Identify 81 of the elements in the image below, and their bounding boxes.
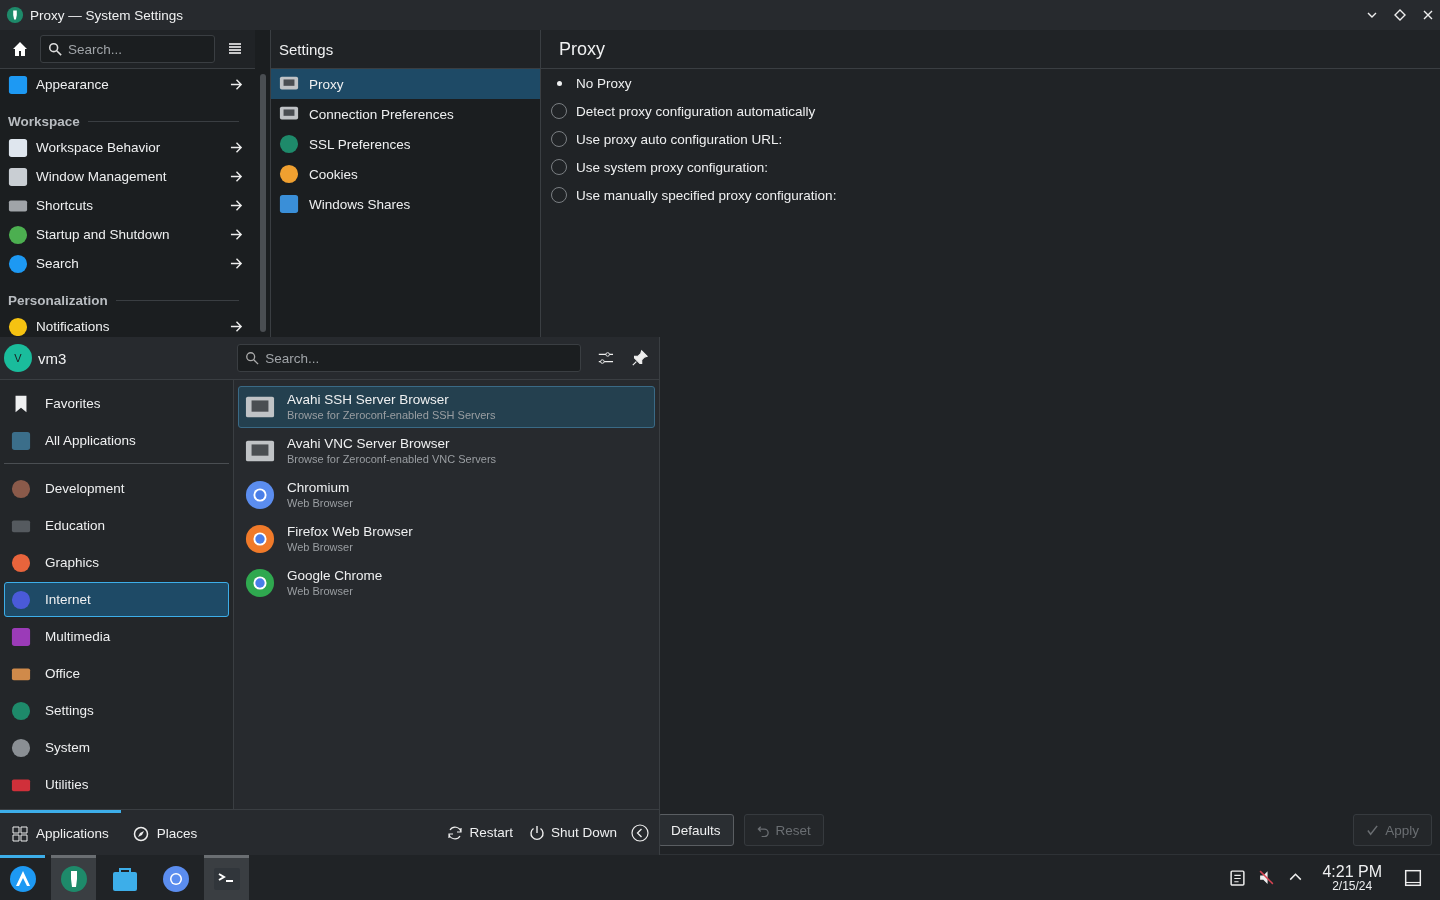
category-item[interactable]: Graphics — [4, 545, 229, 580]
panel-title: Settings — [279, 40, 334, 58]
option-label: Use proxy auto configuration URL: — [576, 131, 783, 147]
app-item[interactable]: Chromium Web Browser — [238, 474, 655, 516]
settings-sliders-icon[interactable] — [597, 349, 616, 367]
category-item[interactable]: Connection Preferences — [271, 99, 540, 129]
close-icon[interactable] — [1422, 9, 1434, 21]
app-item[interactable]: Avahi SSH Server Browser Browse for Zeroconf-enabled SSH Servers — [238, 386, 655, 428]
sidebar-item[interactable]: Search — [0, 249, 255, 278]
arrow-icon — [230, 228, 243, 241]
search-field[interactable]: Search... — [237, 344, 582, 372]
browser-icon — [245, 568, 275, 598]
launcher-icon — [8, 865, 37, 893]
arrow-icon — [230, 141, 243, 154]
launcher-tab[interactable]: Places — [120, 809, 210, 855]
page-title: Proxy — [559, 38, 605, 60]
section-heading: Workspace — [8, 114, 80, 129]
app-item[interactable]: Avahi VNC Server Browser Browse for Zeroconf-enabled VNC Servers — [238, 430, 655, 472]
sidebar-item[interactable]: Window Management — [0, 162, 255, 191]
sidebar-item[interactable]: Appearance — [0, 70, 255, 99]
arrow-icon — [230, 320, 243, 333]
window-title: Proxy — System Settings — [30, 7, 184, 23]
option-label: Use system proxy configuration: — [576, 159, 769, 175]
search-field[interactable]: Search... — [40, 35, 215, 63]
defaults-button[interactable]: Defaults — [658, 814, 734, 846]
chevron-left-icon[interactable] — [631, 823, 649, 842]
option-label: Use manually specified proxy configuration: — [576, 187, 837, 203]
shutdown-button[interactable]: Shut Down — [520, 824, 625, 841]
category-item[interactable]: Settings — [4, 693, 229, 728]
restart-icon — [447, 824, 464, 841]
store-icon — [110, 865, 139, 893]
category-item[interactable]: Favorites — [4, 386, 229, 421]
compass-icon — [132, 825, 149, 842]
browser-icon — [161, 865, 190, 893]
browser-icon — [245, 480, 275, 510]
settings-app-icon — [6, 6, 24, 24]
show-desktop-icon[interactable] — [1404, 868, 1422, 887]
scrollbar[interactable] — [259, 74, 266, 332]
category-item[interactable]: All Applications — [4, 423, 229, 458]
category-item[interactable]: Windows Shares — [271, 189, 540, 219]
category-item[interactable]: Multimedia — [4, 619, 229, 654]
category-item[interactable]: System — [4, 730, 229, 765]
home-icon[interactable] — [12, 41, 28, 57]
arrow-icon — [230, 78, 243, 91]
sidebar-item[interactable]: Notifications — [0, 312, 255, 336]
section-heading: Personalization — [8, 293, 108, 308]
option-label: No Proxy — [576, 75, 632, 91]
power-icon — [528, 824, 545, 841]
category-item[interactable]: Office — [4, 656, 229, 691]
user-name: vm3 — [38, 349, 67, 367]
category-item[interactable]: Utilities — [4, 767, 229, 802]
option-label: Detect proxy configuration automatically — [576, 103, 816, 119]
menu-icon[interactable] — [227, 41, 243, 57]
arrow-icon — [230, 199, 243, 212]
category-item[interactable]: Development — [4, 471, 229, 506]
sidebar-item[interactable]: Startup and Shutdown — [0, 220, 255, 249]
category-item[interactable]: Internet — [4, 582, 229, 617]
pin-icon[interactable] — [631, 349, 649, 367]
app-item[interactable]: Firefox Web Browser Web Browser — [238, 518, 655, 560]
arrow-icon — [230, 170, 243, 183]
sidebar-item[interactable]: Shortcuts — [0, 191, 255, 220]
terminal-icon — [212, 865, 241, 893]
launcher-tab[interactable]: Applications — [0, 809, 121, 855]
sidebar-item[interactable]: Workspace Behavior — [0, 133, 255, 162]
category-item[interactable]: Cookies — [271, 159, 540, 189]
clock[interactable]: 4:21 PM 2/15/24 — [1322, 863, 1382, 892]
user-avatar[interactable]: V — [4, 344, 32, 372]
browser-icon — [245, 524, 275, 554]
settings-icon — [59, 865, 88, 893]
category-item[interactable]: SSL Preferences — [271, 129, 540, 159]
muted-speaker-icon[interactable] — [1258, 869, 1276, 886]
category-item[interactable]: Proxy — [271, 69, 540, 99]
maximize-icon[interactable] — [1394, 9, 1406, 21]
restart-button[interactable]: Restart — [439, 824, 521, 841]
terminal-task-button[interactable] — [204, 855, 249, 900]
clipboard-icon[interactable] — [1229, 869, 1247, 886]
app-item[interactable]: Google Chrome Web Browser — [238, 562, 655, 604]
category-item[interactable]: Education — [4, 508, 229, 543]
check-icon — [1366, 823, 1380, 837]
arrow-icon — [230, 257, 243, 270]
settings-task-button[interactable] — [51, 855, 96, 900]
